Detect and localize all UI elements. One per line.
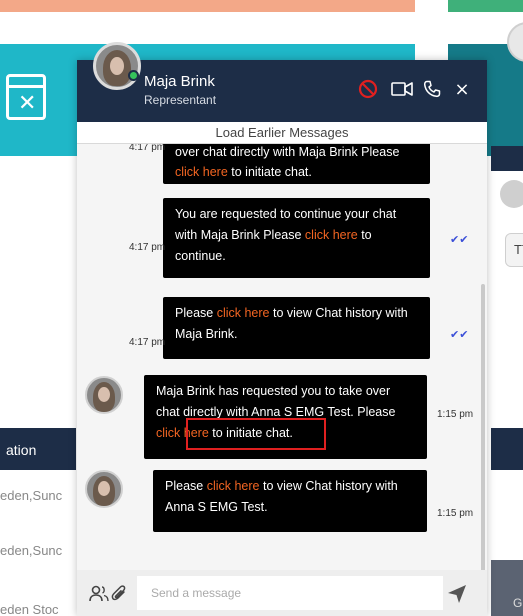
message-time: 1:15 pm (437, 409, 474, 420)
bg-right-button[interactable]: G (491, 560, 523, 616)
message-input[interactable] (137, 576, 443, 610)
highlight-box (186, 418, 326, 450)
online-status-dot (128, 70, 139, 81)
phone-call-icon[interactable] (421, 78, 443, 100)
bg-table-row: eden,Sunc (0, 543, 63, 558)
bg-table-header: ation (0, 428, 76, 470)
message-text: Please (175, 306, 217, 320)
message-bubble: Please click here to view Chat history w… (163, 297, 430, 359)
composer-bar (77, 570, 487, 616)
bg-table-row: eden,Sunc (0, 488, 63, 503)
read-receipt-icon: ✔✔ (450, 233, 469, 246)
bg-table-header-right (491, 428, 523, 470)
sender-avatar (85, 470, 123, 508)
message-time: 1:15 pm (437, 508, 474, 519)
contact-avatar (93, 42, 141, 90)
message-bubble: You are requested to continue your chat … (163, 198, 430, 278)
click-here-link[interactable]: click here (305, 228, 358, 242)
bg-orange-bar (0, 0, 415, 12)
sender-avatar (85, 376, 123, 414)
load-earlier-button[interactable]: Load Earlier Messages (77, 122, 487, 144)
message-time: 4:17 pm (129, 144, 166, 153)
message-text: Please (165, 479, 207, 493)
send-icon[interactable] (447, 584, 467, 604)
block-icon[interactable] (357, 78, 379, 100)
message-bubble: over chat directly with Maja Brink Pleas… (163, 144, 430, 184)
bg-badge: TT (505, 233, 523, 267)
message-time: 4:17 pm (129, 337, 166, 348)
chat-window: Maja Brink Representant × Load Earlier M… (77, 42, 487, 616)
contact-role: Representant (144, 93, 217, 107)
chat-header: Maja Brink Representant × (77, 42, 487, 122)
message-text-partial: over chat directly with Maja Brink Pleas… (175, 145, 400, 159)
message-time: 4:17 pm (129, 242, 166, 253)
bg-table-row: eden Stoc (0, 602, 59, 616)
scrollbar[interactable] (481, 284, 485, 570)
click-here-link[interactable]: click here (175, 165, 228, 179)
attachment-icon[interactable] (111, 584, 127, 602)
participants-icon[interactable] (89, 585, 109, 603)
close-icon[interactable]: × (454, 78, 470, 100)
click-here-link[interactable]: click here (207, 479, 260, 493)
message-list[interactable]: over chat directly with Maja Brink Pleas… (77, 144, 487, 570)
message-bubble: Please click here to view Chat history w… (153, 470, 427, 532)
bg-row-avatar (500, 180, 523, 208)
bg-green-bar (448, 0, 523, 12)
message-text: to initiate chat. (227, 165, 312, 179)
click-here-link[interactable]: click here (217, 306, 270, 320)
contact-name: Maja Brink (144, 73, 215, 90)
read-receipt-icon: ✔✔ (450, 328, 469, 341)
calendar-icon: ✕ (6, 74, 46, 120)
message-text: Maja Brink has requested you to take ove… (156, 384, 396, 419)
bg-navy-strip (491, 146, 523, 171)
video-call-icon[interactable] (390, 78, 414, 100)
